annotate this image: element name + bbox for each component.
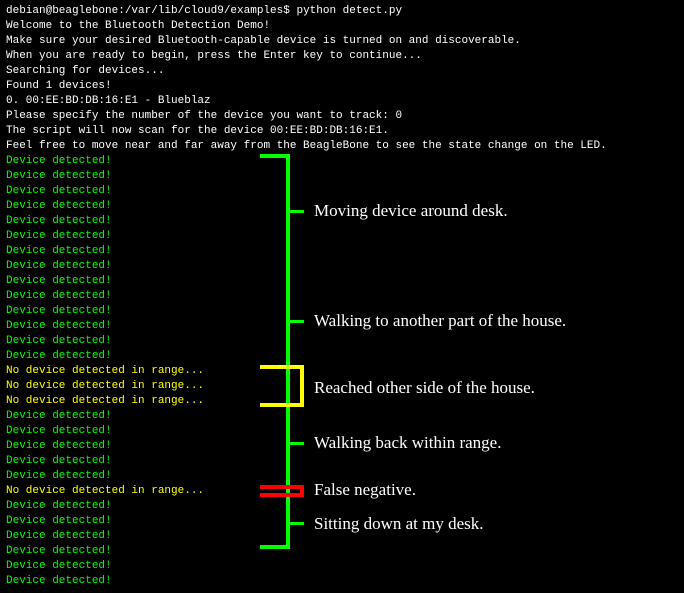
intro-line: Welcome to the Bluetooth Detection Demo! (6, 19, 678, 34)
intro-line: Feel free to move near and far away from… (6, 139, 678, 154)
intro-line: The script will now scan for the device … (6, 124, 678, 139)
log-line: Device detected! (6, 349, 678, 364)
log-line: Device detected! (6, 514, 678, 529)
log-line: Device detected! (6, 154, 678, 169)
prompt-line: debian@beaglebone:/var/lib/cloud9/exampl… (6, 4, 678, 19)
log-line: Device detected! (6, 289, 678, 304)
terminal-output: debian@beaglebone:/var/lib/cloud9/exampl… (0, 0, 684, 593)
log-line: No device detected in range... (6, 379, 678, 394)
log-line: Device detected! (6, 169, 678, 184)
prompt-command: python detect.py (296, 5, 402, 17)
log-line: Device detected! (6, 574, 678, 589)
log-line: Device detected! (6, 244, 678, 259)
log-line: Device detected! (6, 469, 678, 484)
log-line: Device detected! (6, 409, 678, 424)
log-line: Device detected! (6, 259, 678, 274)
prompt-userhost: debian@beaglebone:/var/lib/cloud9/exampl… (6, 5, 290, 17)
log-line: Device detected! (6, 559, 678, 574)
log-line: Device detected! (6, 334, 678, 349)
log-line: Device detected! (6, 274, 678, 289)
log-line: No device detected in range... (6, 394, 678, 409)
log-line: Device detected! (6, 199, 678, 214)
log-line: Device detected! (6, 319, 678, 334)
intro-line: 0. 00:EE:BD:DB:16:E1 - Blueblaz (6, 94, 678, 109)
log-line: Device detected! (6, 229, 678, 244)
log-line: Device detected! (6, 304, 678, 319)
log-line: Device detected! (6, 454, 678, 469)
log-line: No device detected in range... (6, 364, 678, 379)
intro-line: Found 1 devices! (6, 79, 678, 94)
log-lines: Device detected!Device detected!Device d… (6, 154, 678, 589)
intro-line: Make sure your desired Bluetooth-capable… (6, 34, 678, 49)
log-line: Device detected! (6, 214, 678, 229)
log-line: Device detected! (6, 544, 678, 559)
log-line: Device detected! (6, 499, 678, 514)
log-line: No device detected in range... (6, 484, 678, 499)
intro-line: Searching for devices... (6, 64, 678, 79)
log-line: Device detected! (6, 424, 678, 439)
intro-line: Please specify the number of the device … (6, 109, 678, 124)
intro-line: When you are ready to begin, press the E… (6, 49, 678, 64)
log-line: Device detected! (6, 529, 678, 544)
log-line: Device detected! (6, 439, 678, 454)
log-line: Device detected! (6, 184, 678, 199)
